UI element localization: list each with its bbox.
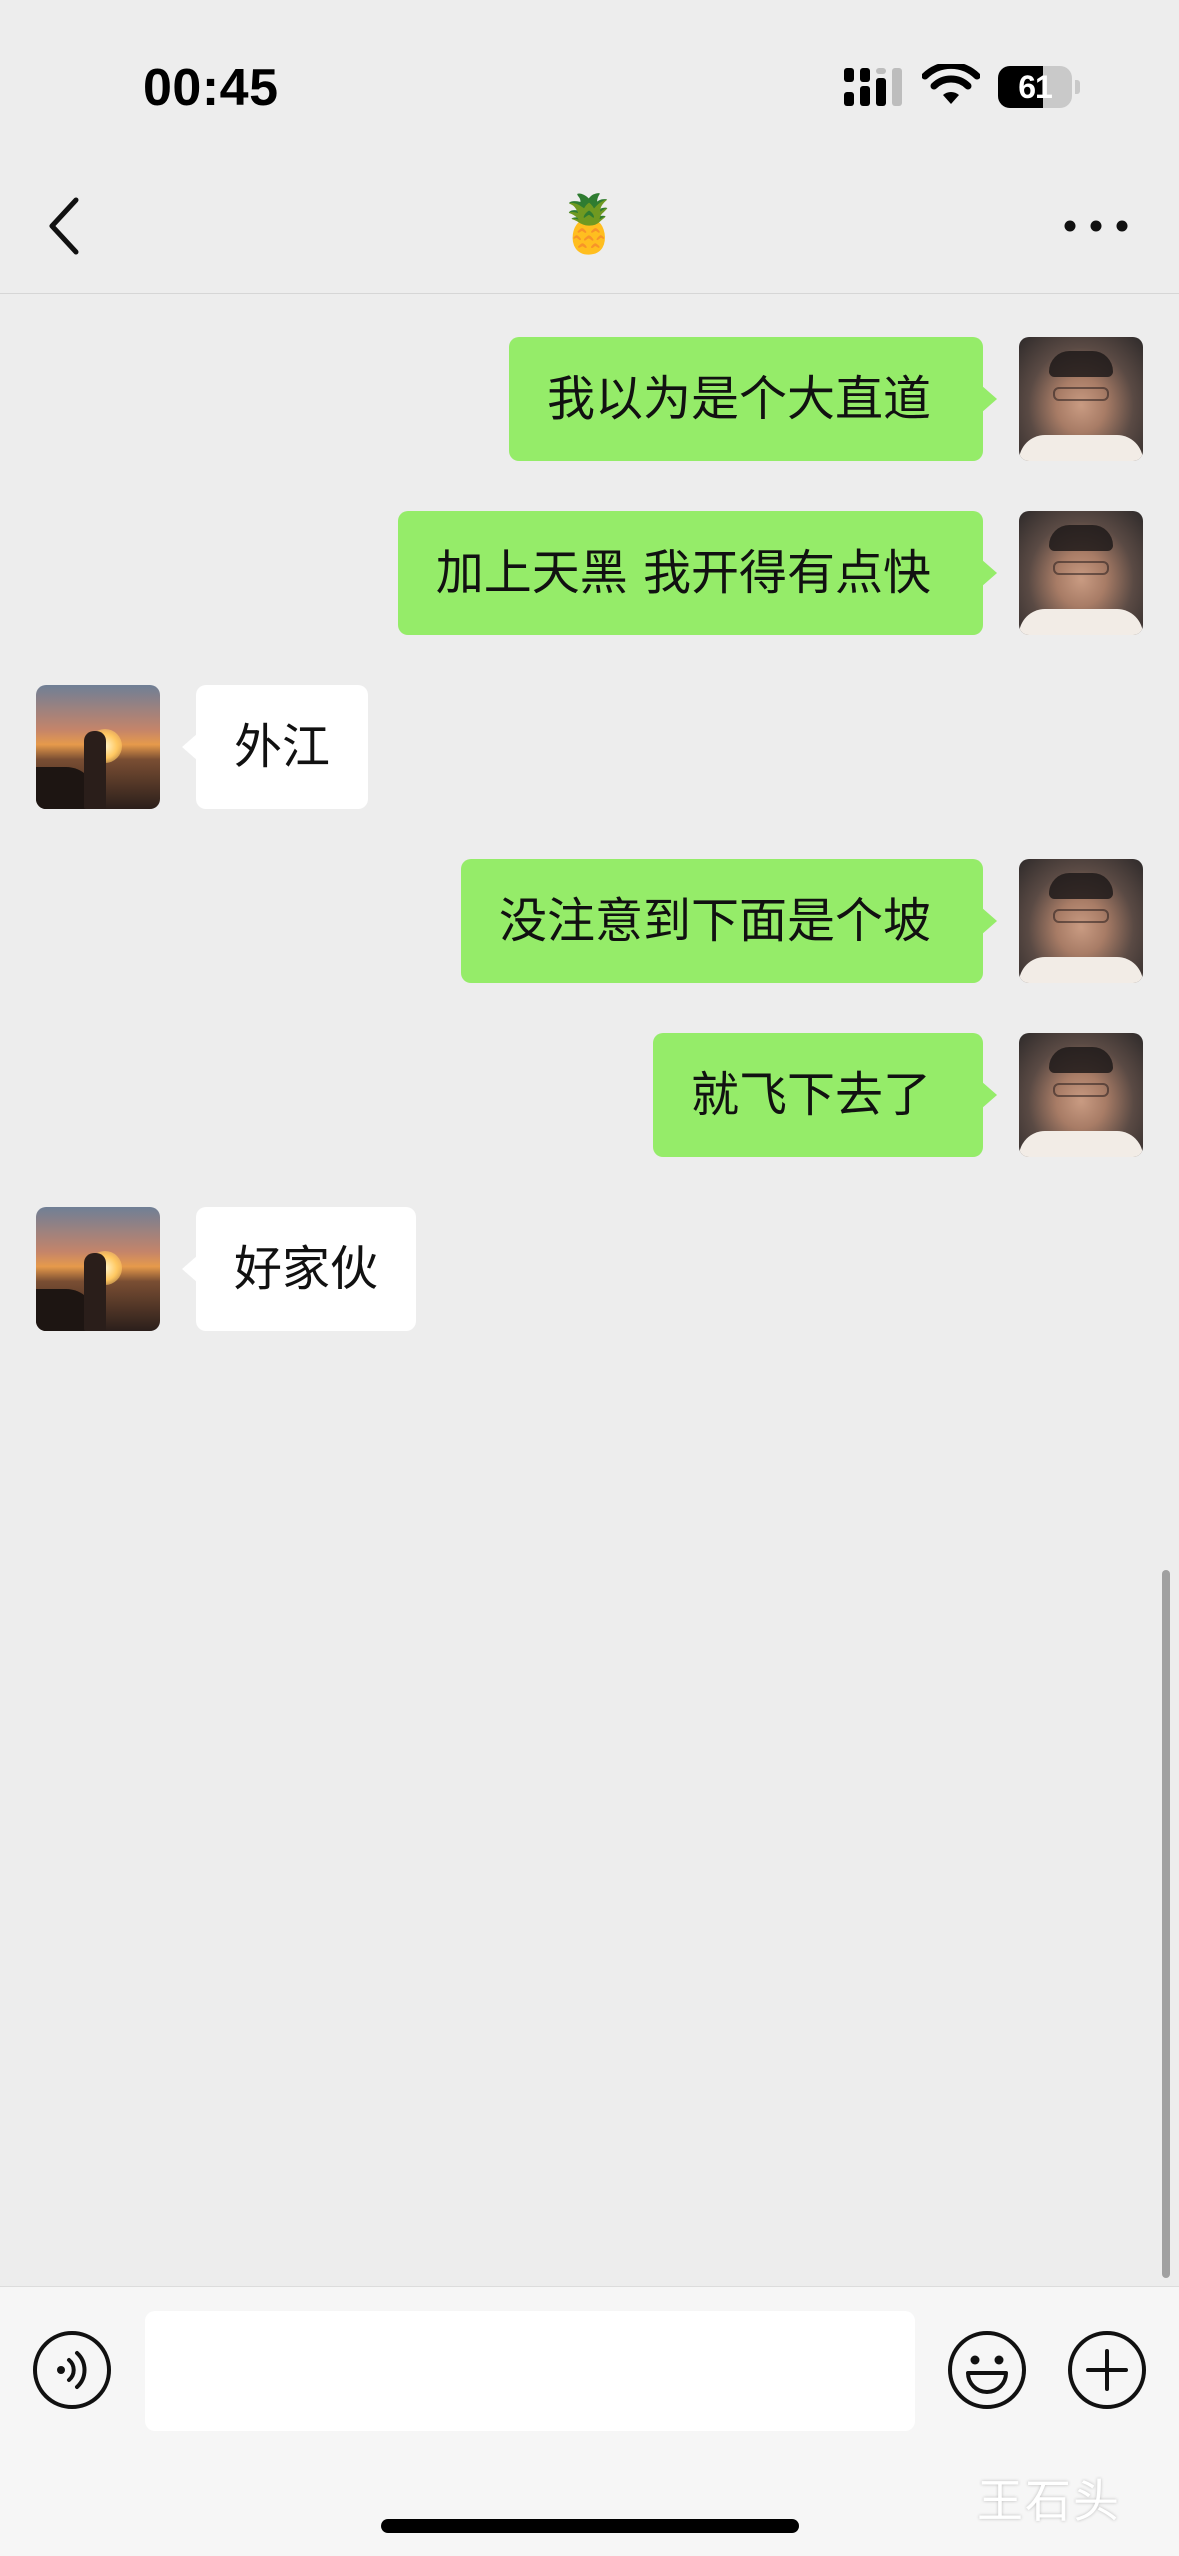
avatar-contact[interactable] xyxy=(36,685,160,809)
voice-icon[interactable] xyxy=(31,2329,113,2411)
avatar-self[interactable] xyxy=(1019,337,1143,461)
avatar-self[interactable] xyxy=(1019,859,1143,983)
message-list[interactable]: 我以为是个大直道 加上天黑 我开得有点快 外江 没注意到下面是个坡 就飞下去了 … xyxy=(0,295,1179,2285)
message-input[interactable] xyxy=(145,2311,915,2431)
battery-icon: 61 xyxy=(998,66,1080,108)
message-bubble-sent[interactable]: 没注意到下面是个坡 xyxy=(460,859,998,983)
message-bubble-sent[interactable]: 我以为是个大直道 xyxy=(508,337,998,461)
emoji-icon[interactable] xyxy=(946,2329,1028,2411)
message-bubble-received[interactable]: 好家伙 xyxy=(181,1207,417,1331)
more-dots-icon[interactable] xyxy=(1060,200,1132,252)
input-bar: 王石头 xyxy=(0,2286,1179,2556)
message-bubble-sent[interactable]: 加上天黑 我开得有点快 xyxy=(397,511,998,635)
chat-title: 🍍 xyxy=(554,192,624,257)
avatar-self[interactable] xyxy=(1019,511,1143,635)
status-bar: 00:45 61 xyxy=(0,0,1179,160)
avatar-self[interactable] xyxy=(1019,1033,1143,1157)
avatar-contact[interactable] xyxy=(36,1207,160,1331)
battery-level: 61 xyxy=(1018,69,1053,105)
chat-header: 🍍 xyxy=(0,160,1179,294)
message-bubble-sent[interactable]: 就飞下去了 xyxy=(652,1033,998,1157)
wifi-icon xyxy=(922,64,980,104)
signal-icon xyxy=(844,68,902,106)
watermark: 王石头 xyxy=(977,2474,1121,2528)
status-time: 00:45 xyxy=(143,59,279,117)
plus-icon[interactable] xyxy=(1066,2329,1148,2411)
chat-screen: 00:45 61 🍍 我以为是个大直道 加上天黑 我开得有点快 外江 没注意到下… xyxy=(0,0,1179,2556)
home-indicator xyxy=(381,2519,799,2533)
message-bubble-received[interactable]: 外江 xyxy=(181,685,369,809)
chevron-left-icon[interactable] xyxy=(36,190,96,262)
scrollbar[interactable] xyxy=(1162,1570,1170,2278)
